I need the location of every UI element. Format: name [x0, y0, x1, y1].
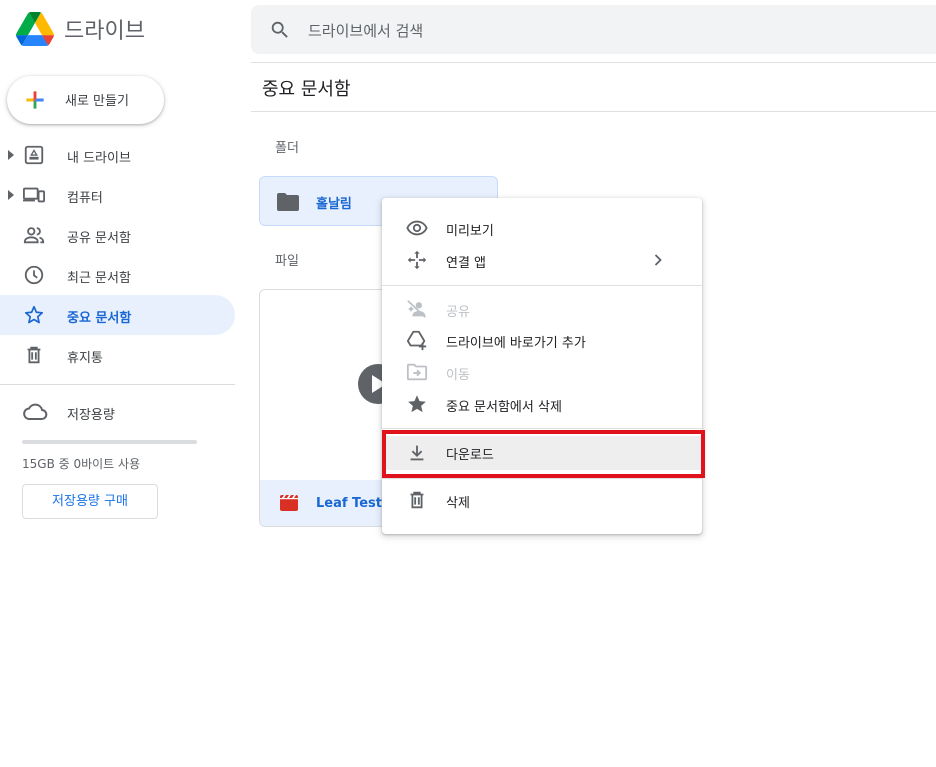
context-menu: 미리보기 연결 앱 공유 드라이브에 바로가기 추가 이동 중요 문서함에서 삭…: [382, 198, 702, 534]
computers-icon: [23, 187, 45, 203]
star-filled-icon: [408, 395, 426, 413]
sidebar-item-shared[interactable]: 공유 문서함: [0, 215, 235, 255]
menu-item-label: 삭제: [446, 496, 470, 511]
sidebar-item-computers[interactable]: 컴퓨터: [0, 175, 235, 215]
menu-item-share[interactable]: 공유: [382, 293, 702, 325]
storage-progress-bar: [22, 440, 197, 444]
star-icon: [24, 305, 44, 324]
open-with-icon: [407, 250, 427, 270]
sidebar-item-starred[interactable]: 중요 문서함: [0, 295, 235, 335]
expand-caret-icon[interactable]: [8, 190, 14, 200]
trash-icon: [410, 491, 424, 509]
folders-section-label: 폴더: [275, 141, 299, 156]
folder-name: 홀날림: [316, 197, 352, 212]
sidebar-item-label: 공유 문서함: [67, 231, 131, 246]
new-button-label: 새로 만들기: [65, 94, 129, 109]
search-input[interactable]: 드라이브에서 검색: [308, 20, 423, 41]
main-divider: [251, 111, 936, 112]
highlight-box: [382, 430, 705, 478]
menu-item-move[interactable]: 이동: [382, 356, 702, 388]
menu-item-remove-starred[interactable]: 중요 문서함에서 삭제: [382, 388, 702, 420]
move-folder-icon: [406, 363, 428, 381]
menu-item-preview[interactable]: 미리보기: [382, 212, 702, 244]
storage-label[interactable]: 저장용량: [67, 404, 115, 423]
search-icon[interactable]: [269, 19, 291, 41]
cloud-icon: [23, 403, 48, 420]
sidebar-item-label: 컴퓨터: [67, 191, 103, 206]
sidebar-divider: [0, 384, 235, 385]
sidebar-item-label: 최근 문서함: [67, 271, 131, 286]
page-title: 중요 문서함: [262, 79, 351, 100]
search-bar[interactable]: 드라이브에서 검색: [251, 5, 936, 54]
menu-item-label: 이동: [446, 368, 470, 383]
menu-separator: [382, 428, 702, 429]
folder-icon: [277, 193, 299, 211]
menu-item-delete[interactable]: 삭제: [382, 484, 702, 516]
menu-item-open-with[interactable]: 연결 앱: [382, 244, 702, 276]
share-person-icon: [407, 300, 426, 318]
menu-item-add-shortcut[interactable]: 드라이브에 바로가기 추가: [382, 324, 702, 356]
video-file-icon: [280, 495, 298, 511]
menu-item-label: 공유: [446, 305, 470, 320]
sidebar-item-label: 중요 문서함: [67, 311, 132, 326]
header-divider: [251, 62, 936, 63]
add-shortcut-icon: [406, 330, 427, 351]
files-section-label: 파일: [275, 254, 299, 269]
menu-separator: [382, 285, 702, 286]
sidebar-item-trash[interactable]: 휴지통: [0, 335, 235, 375]
new-button[interactable]: 새로 만들기: [7, 76, 164, 124]
sidebar-item-recent[interactable]: 최근 문서함: [0, 255, 235, 295]
plus-icon: [26, 91, 44, 109]
chevron-right-icon: [654, 254, 662, 266]
storage-usage-text: 15GB 중 0바이트 사용: [22, 457, 141, 471]
clock-icon: [24, 265, 44, 285]
brand-title: 드라이브: [64, 19, 145, 44]
menu-item-label: 연결 앱: [446, 256, 487, 271]
menu-item-label: 드라이브에 바로가기 추가: [446, 336, 586, 351]
sidebar-item-label: 휴지통: [67, 351, 103, 366]
menu-item-label: 미리보기: [446, 224, 494, 239]
my-drive-icon: [24, 145, 44, 165]
shared-icon: [23, 227, 45, 244]
expand-caret-icon[interactable]: [8, 150, 14, 160]
buy-storage-button[interactable]: 저장용량 구매: [22, 484, 158, 519]
menu-separator: [382, 478, 702, 479]
sidebar-item-label: 내 드라이브: [67, 151, 131, 166]
sidebar-item-my-drive[interactable]: 내 드라이브: [0, 135, 235, 175]
drive-logo-icon[interactable]: [16, 12, 54, 46]
trash-icon: [27, 346, 41, 364]
eye-icon: [406, 220, 428, 236]
menu-item-label: 중요 문서함에서 삭제: [446, 400, 562, 415]
